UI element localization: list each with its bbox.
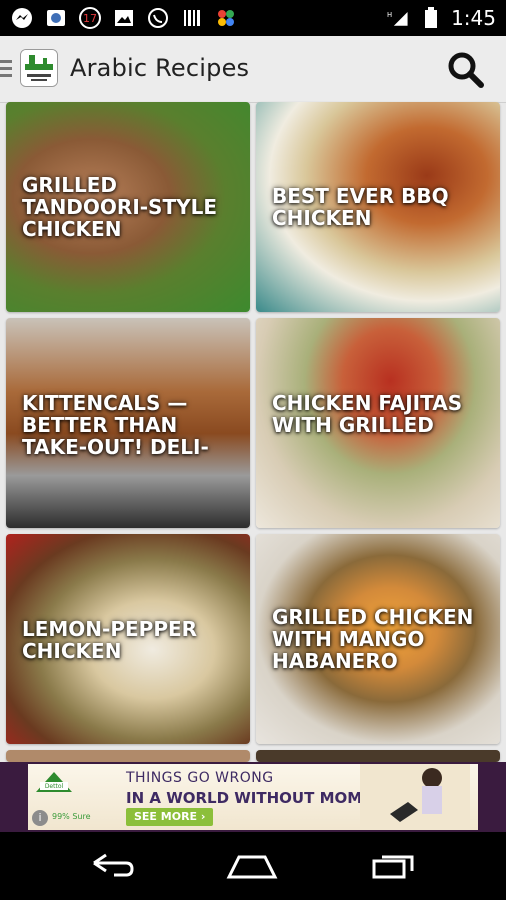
- ad-brand: Dettol: [45, 783, 64, 790]
- apps-icon: [214, 6, 238, 30]
- notification-count-icon: 17: [78, 6, 102, 30]
- recipe-title: CHICKEN FAJITAS WITH GRILLED: [272, 391, 463, 437]
- app-logo[interactable]: [20, 49, 58, 87]
- recipe-card[interactable]: BEST EVER BBQ CHICKEN: [256, 102, 500, 312]
- recipe-title: GRILLED TANDOORI-STYLE CHICKEN: [22, 173, 217, 241]
- recents-icon[interactable]: [364, 844, 424, 888]
- hamburger-icon[interactable]: [0, 60, 12, 78]
- navigation-bar: [0, 832, 506, 900]
- barcode-icon: [180, 6, 204, 30]
- notification-count: 17: [83, 12, 97, 25]
- app-bar: Arabic Recipes: [0, 36, 506, 103]
- page-title: Arabic Recipes: [70, 54, 250, 82]
- recipe-title: BEST EVER BBQ CHICKEN: [272, 184, 449, 230]
- ad-banner[interactable]: Dettol THINGS GO WRONG IN A WORLD WITHOU…: [0, 762, 506, 832]
- ad-see-more-button[interactable]: SEE MORE ›: [126, 808, 214, 826]
- svg-text:H: H: [387, 11, 392, 19]
- battery-icon: [419, 6, 443, 30]
- search-icon[interactable]: [446, 50, 486, 90]
- ad-headline: THINGS GO WRONG: [126, 770, 274, 786]
- recipe-title: LEMON-PEPPER CHICKEN: [22, 617, 198, 663]
- recipe-card[interactable]: KITTENCALS — BETTER THAN TAKE-OUT! DELI-: [6, 318, 250, 528]
- recipe-title: KITTENCALS — BETTER THAN TAKE-OUT! DELI-: [22, 391, 209, 459]
- home-icon[interactable]: [222, 844, 282, 888]
- recipe-card[interactable]: GRILLED CHICKEN WITH MANGO HABANERO: [256, 534, 500, 744]
- back-icon[interactable]: [82, 844, 142, 888]
- ad-subheadline: IN A WORLD WITHOUT MOMS: [126, 789, 373, 807]
- recipe-card[interactable]: GRILLED TANDOORI-STYLE CHICKEN: [6, 102, 250, 312]
- whatsapp-icon: [146, 6, 170, 30]
- recipe-card[interactable]: CHICKEN FAJITAS WITH GRILLED: [256, 318, 500, 528]
- ad-info-icon[interactable]: i: [32, 810, 48, 826]
- recipe-card[interactable]: LEMON-PEPPER CHICKEN: [6, 534, 250, 744]
- recipe-card[interactable]: [256, 750, 500, 762]
- status-bar: 17 H 1:45: [0, 0, 506, 36]
- recipe-card[interactable]: [6, 750, 250, 762]
- photo-gallery-icon: [44, 6, 68, 30]
- dettol-logo: Dettol: [34, 770, 74, 794]
- ad-creative[interactable]: Dettol THINGS GO WRONG IN A WORLD WITHOU…: [28, 764, 478, 830]
- image-icon: [112, 6, 136, 30]
- clock: 1:45: [451, 6, 496, 30]
- ad-photo: [360, 764, 470, 830]
- recipe-title: GRILLED CHICKEN WITH MANGO HABANERO: [272, 605, 474, 673]
- signal-icon: H: [387, 6, 411, 30]
- messenger-icon: [10, 6, 34, 30]
- ad-subtext: 99% Sure: [52, 812, 91, 821]
